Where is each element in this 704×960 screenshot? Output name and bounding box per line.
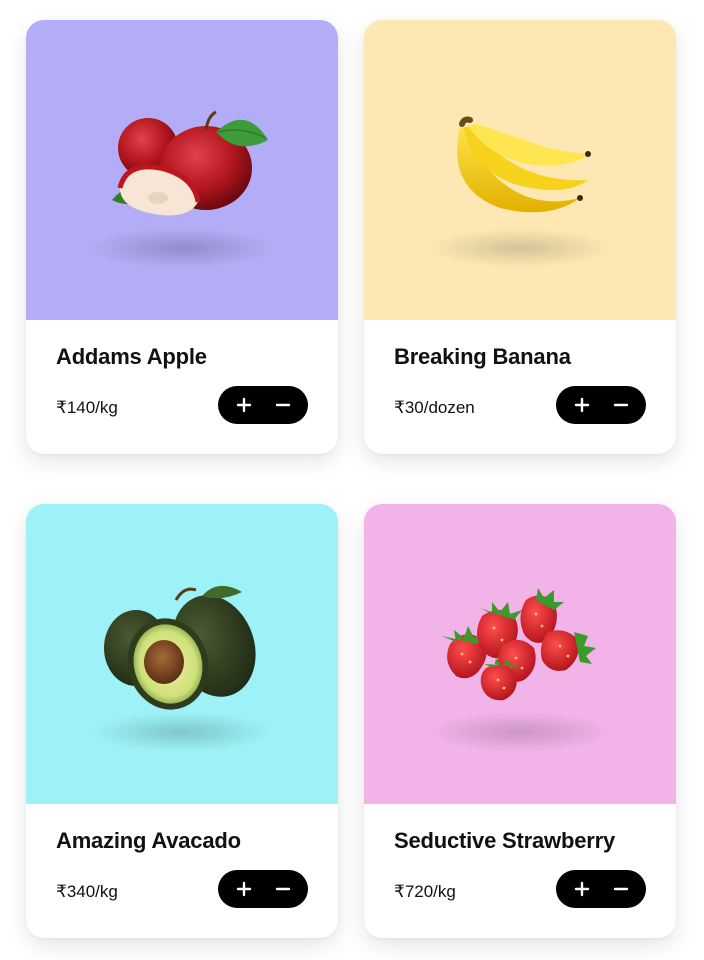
quantity-stepper[interactable] (218, 386, 308, 424)
quantity-stepper[interactable] (218, 870, 308, 908)
banana-icon (428, 116, 612, 268)
product-price: ₹140/kg (56, 398, 118, 417)
product-grid: Addams Apple ₹140/kg Breaking Banana ₹30… (0, 0, 704, 960)
plus-icon (574, 881, 589, 897)
product-card-avocado[interactable]: Amazing Avacado ₹340/kg (26, 504, 338, 938)
product-image-area (26, 504, 338, 804)
apple-icon (90, 110, 274, 268)
quantity-stepper[interactable] (556, 386, 646, 424)
product-info: Breaking Banana ₹30/dozen (364, 320, 676, 454)
product-image-area (364, 20, 676, 320)
plus-button[interactable] (564, 390, 600, 420)
plus-button[interactable] (564, 874, 600, 904)
plus-icon (236, 881, 251, 897)
product-card-banana[interactable]: Breaking Banana ₹30/dozen (364, 20, 676, 454)
product-info: Amazing Avacado ₹340/kg (26, 804, 338, 938)
product-price: ₹340/kg (56, 882, 118, 901)
minus-icon (275, 887, 290, 891)
product-card-apple[interactable]: Addams Apple ₹140/kg (26, 20, 338, 454)
avocado-icon (92, 585, 272, 752)
plus-button[interactable] (226, 874, 262, 904)
minus-button[interactable] (603, 874, 639, 904)
minus-button[interactable] (603, 390, 639, 420)
product-price: ₹30/dozen (394, 398, 475, 417)
product-image-area (26, 20, 338, 320)
product-name: Amazing Avacado (56, 828, 241, 853)
product-info: Addams Apple ₹140/kg (26, 320, 338, 454)
plus-icon (236, 397, 251, 413)
minus-icon (613, 403, 628, 407)
plus-button[interactable] (226, 390, 262, 420)
plus-icon (574, 397, 589, 413)
product-name: Seductive Strawberry (394, 828, 615, 853)
minus-icon (275, 403, 290, 407)
product-image-area (364, 504, 676, 804)
product-info: Seductive Strawberry ₹720/kg (364, 804, 676, 938)
minus-button[interactable] (265, 390, 301, 420)
quantity-stepper[interactable] (556, 870, 646, 908)
minus-icon (613, 887, 628, 891)
strawberry-icon (428, 588, 612, 752)
product-name: Addams Apple (56, 344, 207, 369)
product-price: ₹720/kg (394, 882, 456, 901)
minus-button[interactable] (265, 874, 301, 904)
product-name: Breaking Banana (394, 344, 571, 369)
product-card-strawberry[interactable]: Seductive Strawberry ₹720/kg (364, 504, 676, 938)
